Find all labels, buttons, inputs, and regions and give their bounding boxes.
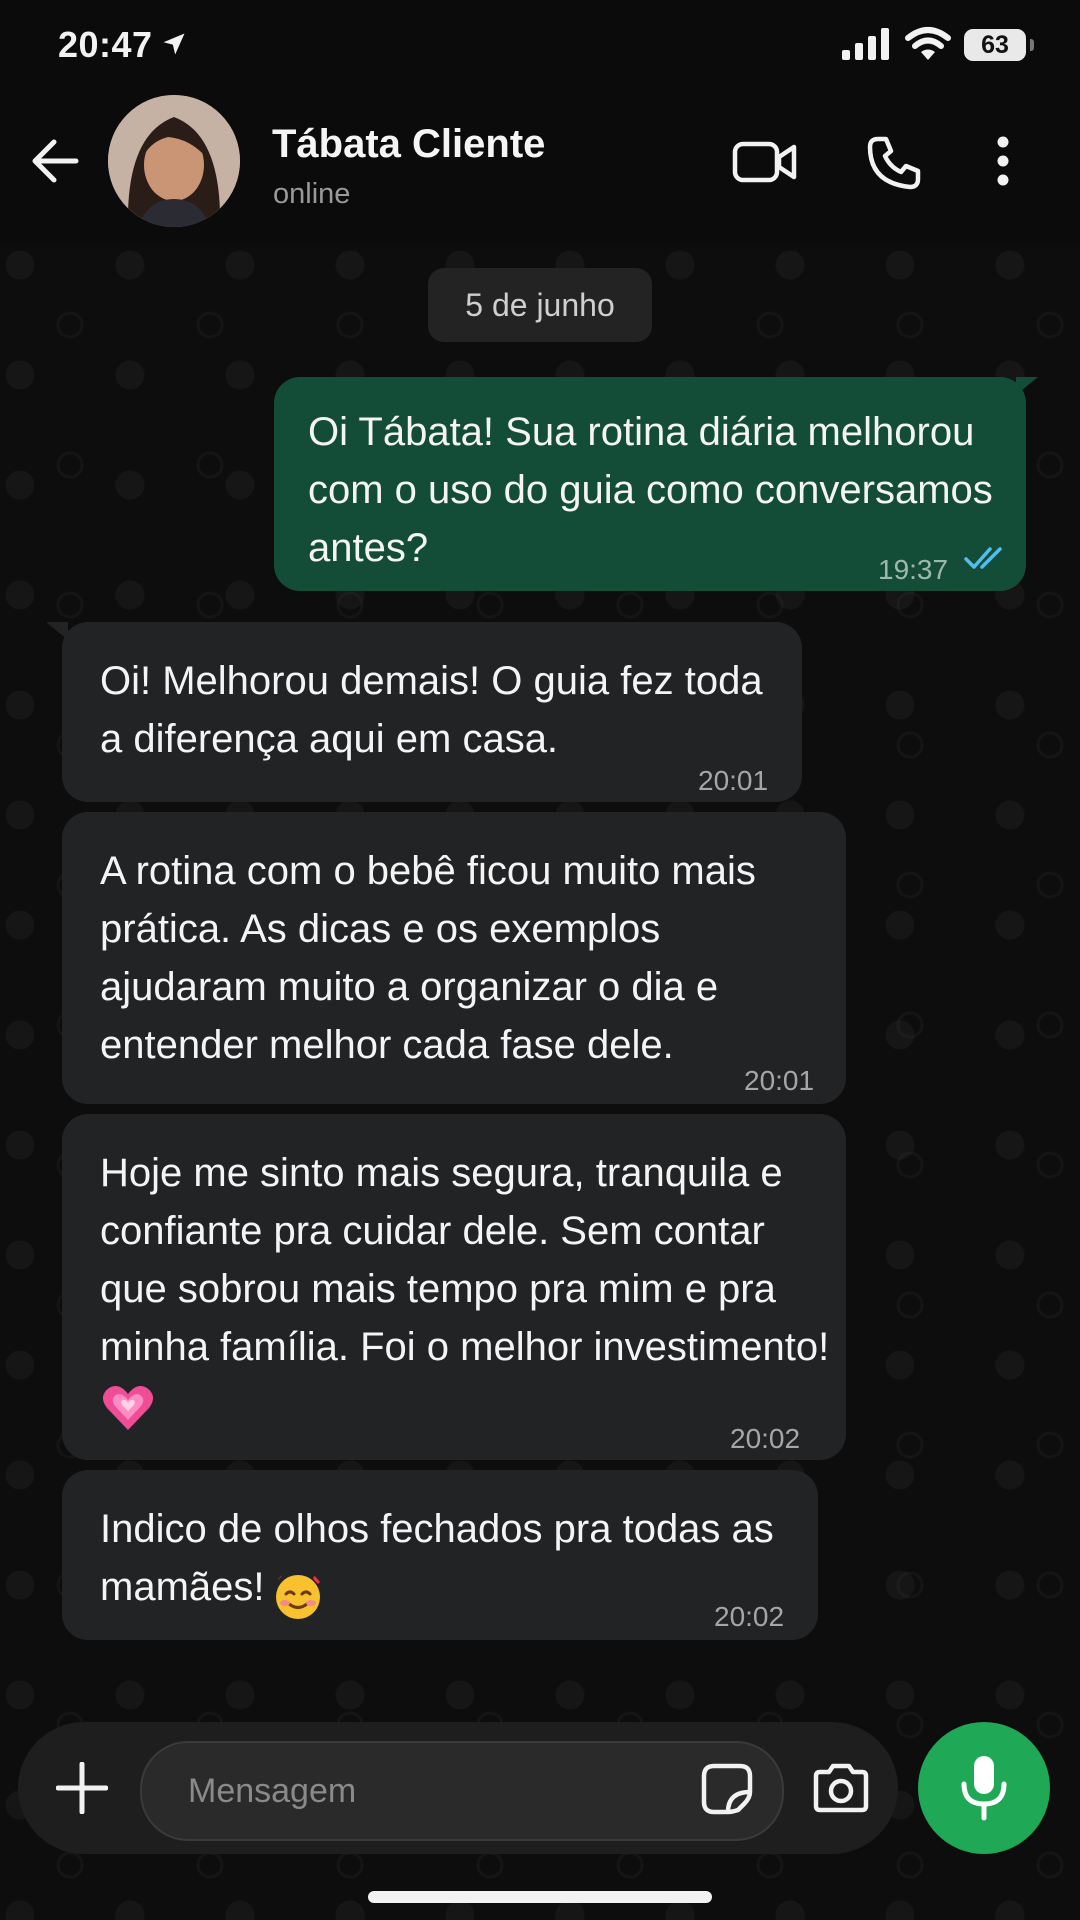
home-indicator[interactable] xyxy=(368,1891,712,1903)
camera-icon[interactable] xyxy=(812,1762,870,1814)
message-text: Hoje me sinto mais segura, tranquila e c… xyxy=(100,1151,830,1369)
sticker-icon[interactable] xyxy=(700,1762,754,1816)
message-incoming[interactable]: Hoje me sinto mais segura, tranquila e c… xyxy=(62,1114,846,1460)
message-outgoing[interactable]: Oi Tábata! Sua rotina diária melhorou co… xyxy=(274,377,1026,591)
status-bar: 20:47 63 xyxy=(0,0,1080,95)
message-time: 19:37 xyxy=(878,554,949,585)
message-text: Indico de olhos fechados pra todas as ma… xyxy=(100,1507,774,1609)
message-text: Oi! Melhorou demais! O guia fez toda a d… xyxy=(100,659,763,761)
contact-status: online xyxy=(273,178,351,210)
growing-heart-emoji-icon xyxy=(102,1386,154,1430)
back-arrow-icon[interactable] xyxy=(30,138,80,184)
contact-avatar[interactable] xyxy=(108,95,240,227)
video-call-icon[interactable] xyxy=(732,139,798,185)
message-incoming[interactable]: Indico de olhos fechados pra todas as ma… xyxy=(62,1470,818,1640)
location-arrow-icon xyxy=(163,33,185,55)
message-incoming[interactable]: Oi! Melhorou demais! O guia fez toda a d… xyxy=(62,622,802,802)
message-incoming[interactable]: A rotina com o bebê ficou muito mais prá… xyxy=(62,812,846,1104)
contact-name[interactable]: Tábata Cliente xyxy=(272,122,545,167)
message-text: A rotina com o bebê ficou muito mais prá… xyxy=(100,849,756,1067)
date-separator: 5 de junho xyxy=(428,268,652,342)
chat-header: Tábata Cliente online xyxy=(0,95,1080,245)
smiling-face-with-hearts-emoji-icon xyxy=(273,1571,323,1619)
message-time: 20:01 xyxy=(744,1065,815,1096)
avatar-photo xyxy=(108,95,240,227)
status-time: 20:47 xyxy=(58,24,153,65)
wifi-icon xyxy=(905,27,951,60)
message-input[interactable] xyxy=(140,1741,784,1841)
message-time: 20:01 xyxy=(698,765,769,796)
microphone-icon[interactable] xyxy=(958,1754,1010,1822)
battery-cap xyxy=(1030,39,1034,51)
battery-level: 63 xyxy=(981,31,1009,59)
phone-call-icon[interactable] xyxy=(866,135,922,191)
cellular-signal-icon xyxy=(842,28,889,60)
message-input-field[interactable] xyxy=(186,1769,670,1813)
message-time: 20:02 xyxy=(714,1601,785,1632)
read-receipt-icon xyxy=(964,547,1002,569)
message-time: 20:02 xyxy=(730,1423,801,1454)
plus-icon[interactable] xyxy=(56,1762,108,1814)
more-options-icon[interactable] xyxy=(996,135,1010,187)
